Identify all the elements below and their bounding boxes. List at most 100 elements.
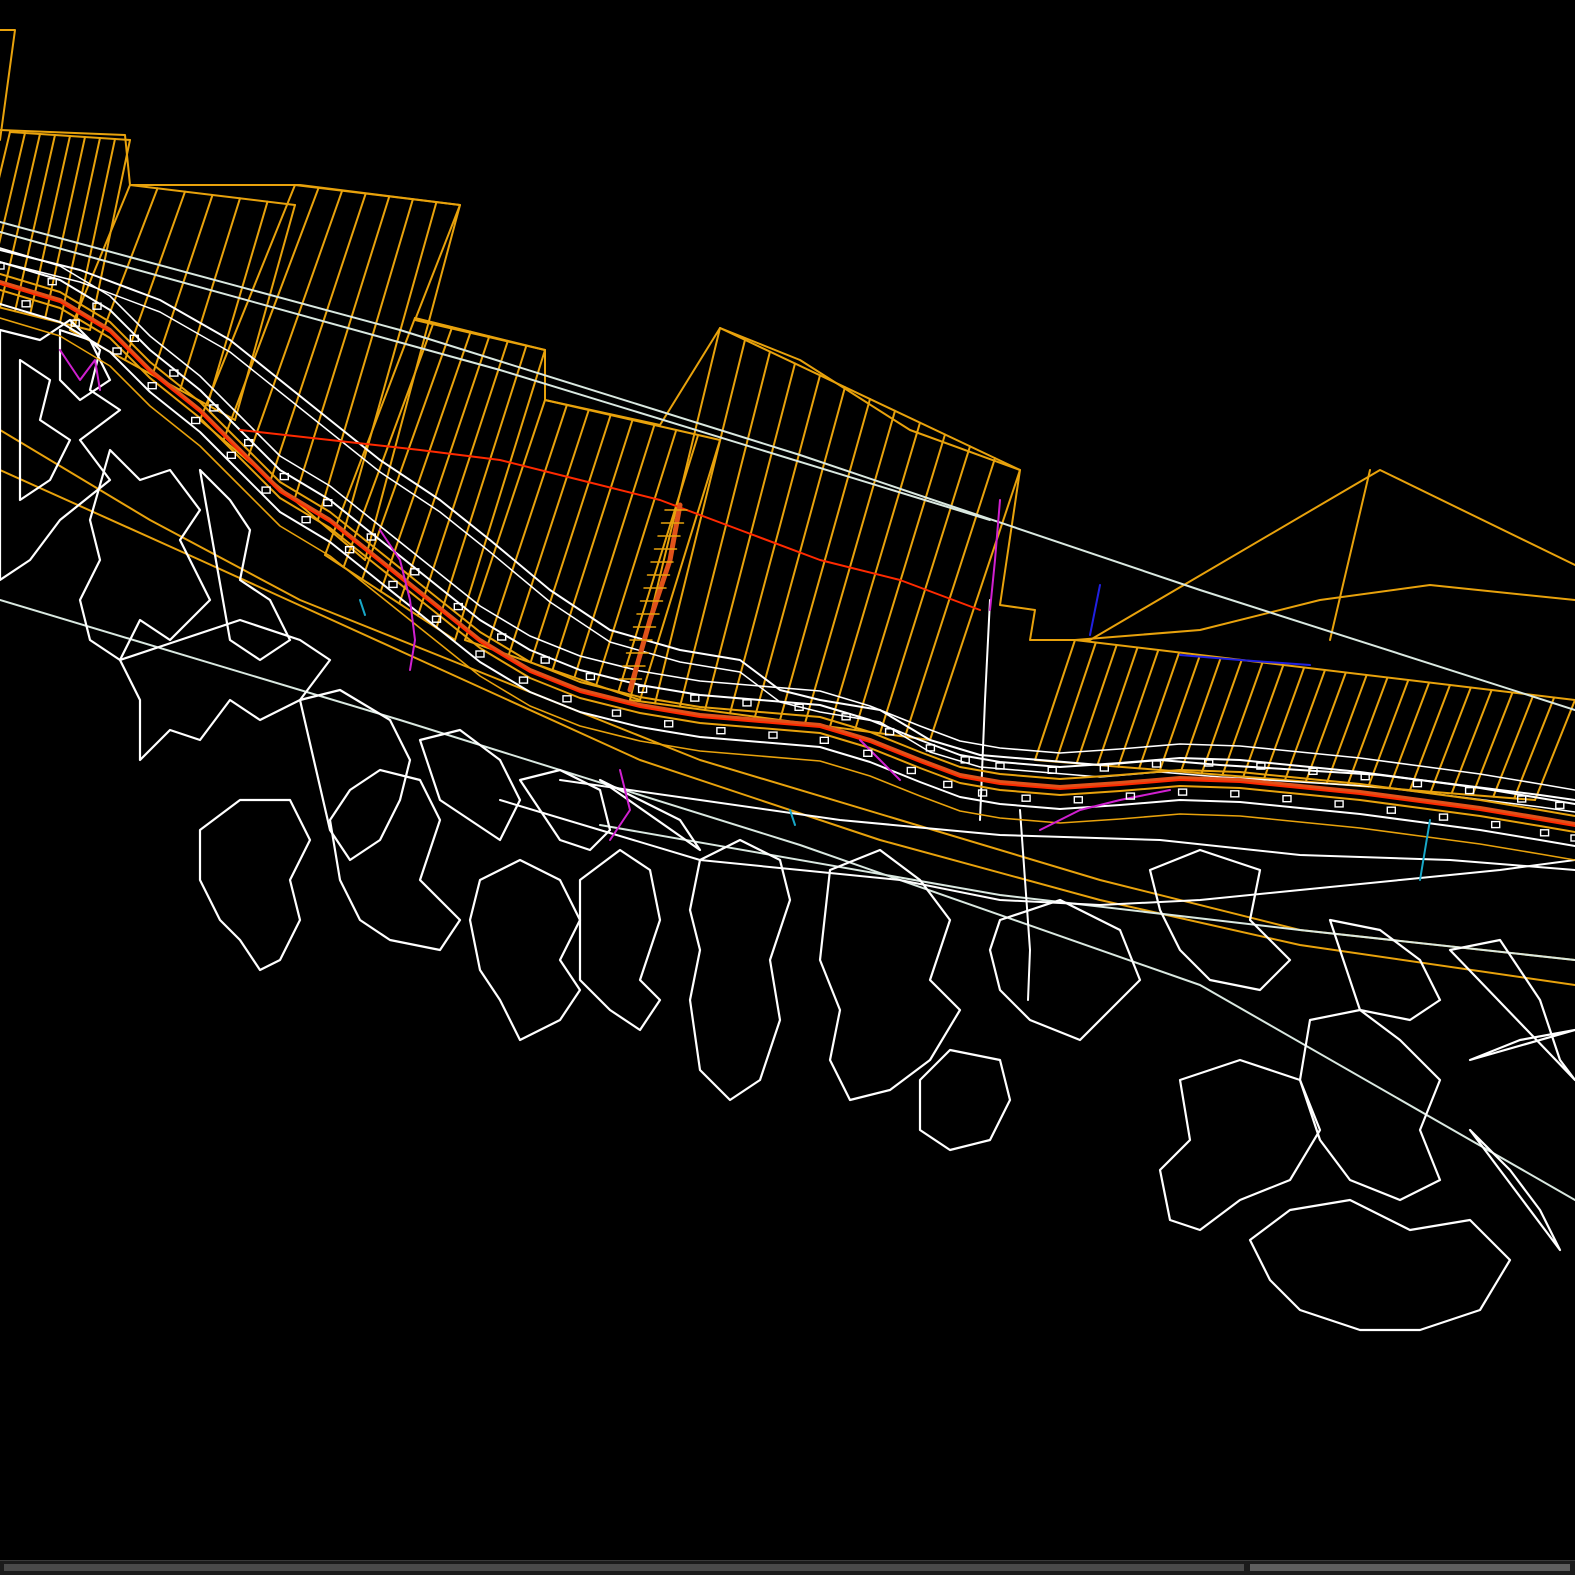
building-footprint (1334, 800, 1344, 808)
road-corridor-layer (0, 247, 1575, 861)
parcel-outer-boundary (0, 129, 1575, 641)
building-footprint (906, 766, 916, 775)
parcel-block-g-divider (1534, 699, 1575, 801)
parcel-block-f-top (719, 327, 1021, 471)
parcel-block-g-divider (1034, 639, 1076, 761)
building-footprint (977, 789, 988, 797)
parcel-block-c-divider (199, 184, 296, 421)
building-footprint (147, 382, 157, 390)
building-footprint (388, 580, 398, 589)
parcel-block-g-divider (1346, 676, 1389, 786)
terrain-contour-12 (988, 898, 1142, 1042)
parcel-block-g-bottom (1034, 759, 1536, 801)
parcel-block-g-divider (1075, 644, 1118, 765)
building-footprint (0, 262, 5, 270)
buildings-layer (0, 262, 1575, 842)
building-footprint (1570, 834, 1575, 842)
building-footprint (768, 731, 778, 739)
parcel-block-g-divider (1409, 684, 1451, 791)
parcel-block-g-divider (1200, 659, 1243, 775)
secondary-road (239, 429, 981, 611)
building-footprint (1386, 806, 1397, 814)
terrain-contour-9 (688, 838, 792, 1102)
parcel-block-g-divider (1054, 641, 1097, 763)
survey-line-1 (0, 221, 1575, 711)
parcel-block-d-divider (342, 321, 435, 569)
building-footprint (664, 720, 674, 728)
road-verge-lower (0, 303, 1575, 847)
building-footprint (301, 516, 311, 524)
parcel-block-g-divider (1221, 661, 1264, 776)
terrain-contour-21 (298, 688, 412, 862)
building-footprint (1021, 794, 1031, 802)
building-footprint (475, 650, 485, 658)
terrain-contour-7 (468, 858, 582, 1042)
parcel-top-left (0, 29, 16, 141)
parcel-block-e-divider (617, 434, 700, 694)
building-footprint (21, 300, 31, 308)
parcel-block-a-divider (0, 133, 41, 309)
terrain-contour-18 (1448, 938, 1575, 1082)
building-footprint (562, 695, 572, 703)
terrain-contour-16 (1298, 1008, 1442, 1202)
parcel-block-c-divider (222, 186, 320, 441)
lower-contour-3 (1019, 809, 1031, 1001)
parcel-block-e-divider (639, 439, 721, 701)
road-corridor (0, 280, 1575, 826)
terrain-contour-15 (1248, 1198, 1512, 1332)
building-footprint (1230, 790, 1240, 798)
parcel-block-g-top (1074, 639, 1575, 701)
building-footprint (1177, 788, 1188, 796)
water-line-1 (1089, 584, 1101, 636)
drainage-5 (1039, 789, 1171, 831)
building-footprint (1539, 829, 1550, 837)
marker-line-1 (1419, 819, 1431, 881)
marker-line-2 (359, 599, 366, 616)
parcel-block-g-divider (1450, 689, 1493, 795)
parcel-block-g-divider (1159, 654, 1201, 771)
cad-drawing-canvas[interactable] (0, 0, 1575, 1560)
parcel-block-b-divider (151, 194, 214, 376)
parcel-contour (1074, 584, 1575, 641)
terrain-contour-14 (1158, 1058, 1322, 1232)
parcel-block-g-divider (1179, 656, 1222, 773)
building-footprint (1073, 796, 1084, 804)
parcel-block-b-divider (179, 197, 241, 391)
building-footprint (1151, 760, 1162, 768)
survey-line-4 (599, 824, 1575, 961)
parcel-block-e-divider (507, 409, 590, 656)
parcel-block-f-divider (654, 338, 746, 705)
parcel-block-g-divider (1325, 674, 1368, 785)
building-footprint (1438, 813, 1449, 821)
parcel-block-a-divider (74, 138, 116, 328)
parcel-block-g-divider (1263, 666, 1306, 780)
parcel-block-d-divider (435, 344, 528, 629)
building-footprint (742, 699, 752, 707)
building-footprint (716, 727, 726, 735)
parcel-block-g-divider (1429, 686, 1472, 793)
scrollbar-thumb[interactable] (4, 1564, 1244, 1571)
scrollbar-thumb-right[interactable] (1250, 1564, 1570, 1571)
terrain-contour-22 (418, 728, 522, 842)
building-footprint (943, 780, 953, 789)
road-slope-lower (0, 317, 1575, 861)
parcel-block-d-divider (416, 339, 509, 617)
building-footprint (690, 694, 700, 702)
building-footprint (518, 676, 529, 684)
parcel-block-e-divider (485, 404, 568, 649)
parcel-block-g-divider (1388, 681, 1431, 790)
lower-contour-1 (499, 799, 1575, 906)
parcel-block-g-divider (1138, 651, 1181, 770)
parcel-block-f-divider (904, 457, 996, 738)
building-footprint (611, 709, 622, 717)
parcel-block-c-divider (293, 195, 391, 501)
survey-lines-layer (0, 221, 1575, 1201)
parcel-block-g-divider (1471, 691, 1514, 796)
horizontal-scrollbar[interactable] (0, 1560, 1575, 1575)
parcel-block-f-divider (779, 398, 871, 721)
building-footprint (819, 736, 829, 744)
parcel-block-e-divider (529, 414, 612, 664)
terrain-contour-8 (578, 848, 662, 1032)
parcel-block-g-divider (1242, 664, 1285, 778)
terrain-contour-5 (198, 798, 312, 972)
